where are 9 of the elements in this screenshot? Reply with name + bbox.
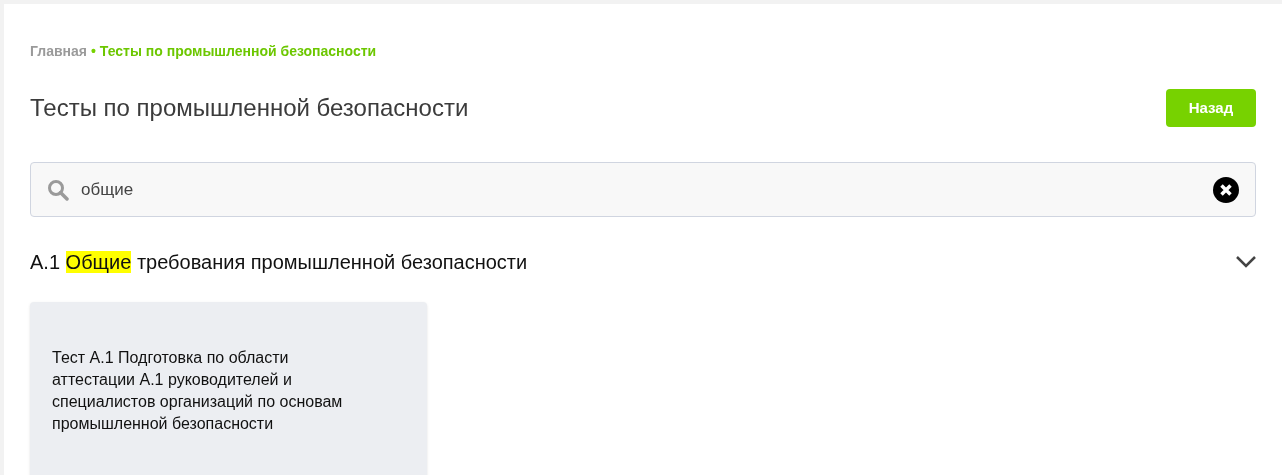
search-icon [47,178,69,201]
search-field[interactable]: общие [30,162,1256,217]
clear-icon[interactable] [1213,176,1239,203]
chevron-down-icon[interactable] [1236,256,1256,268]
section-heading[interactable]: А.1 Общие требования промышленной безопасности [30,247,528,277]
search-input[interactable]: общие [81,176,1213,203]
breadcrumb-separator: • [90,41,96,61]
test-card[interactable]: Тест А.1 Подготовка по области аттестации А.1 руководителей и специалистов организаций по основам промышленной безопасности [30,302,427,475]
page-title: Тесты по промышленной безопасности [30,93,469,123]
